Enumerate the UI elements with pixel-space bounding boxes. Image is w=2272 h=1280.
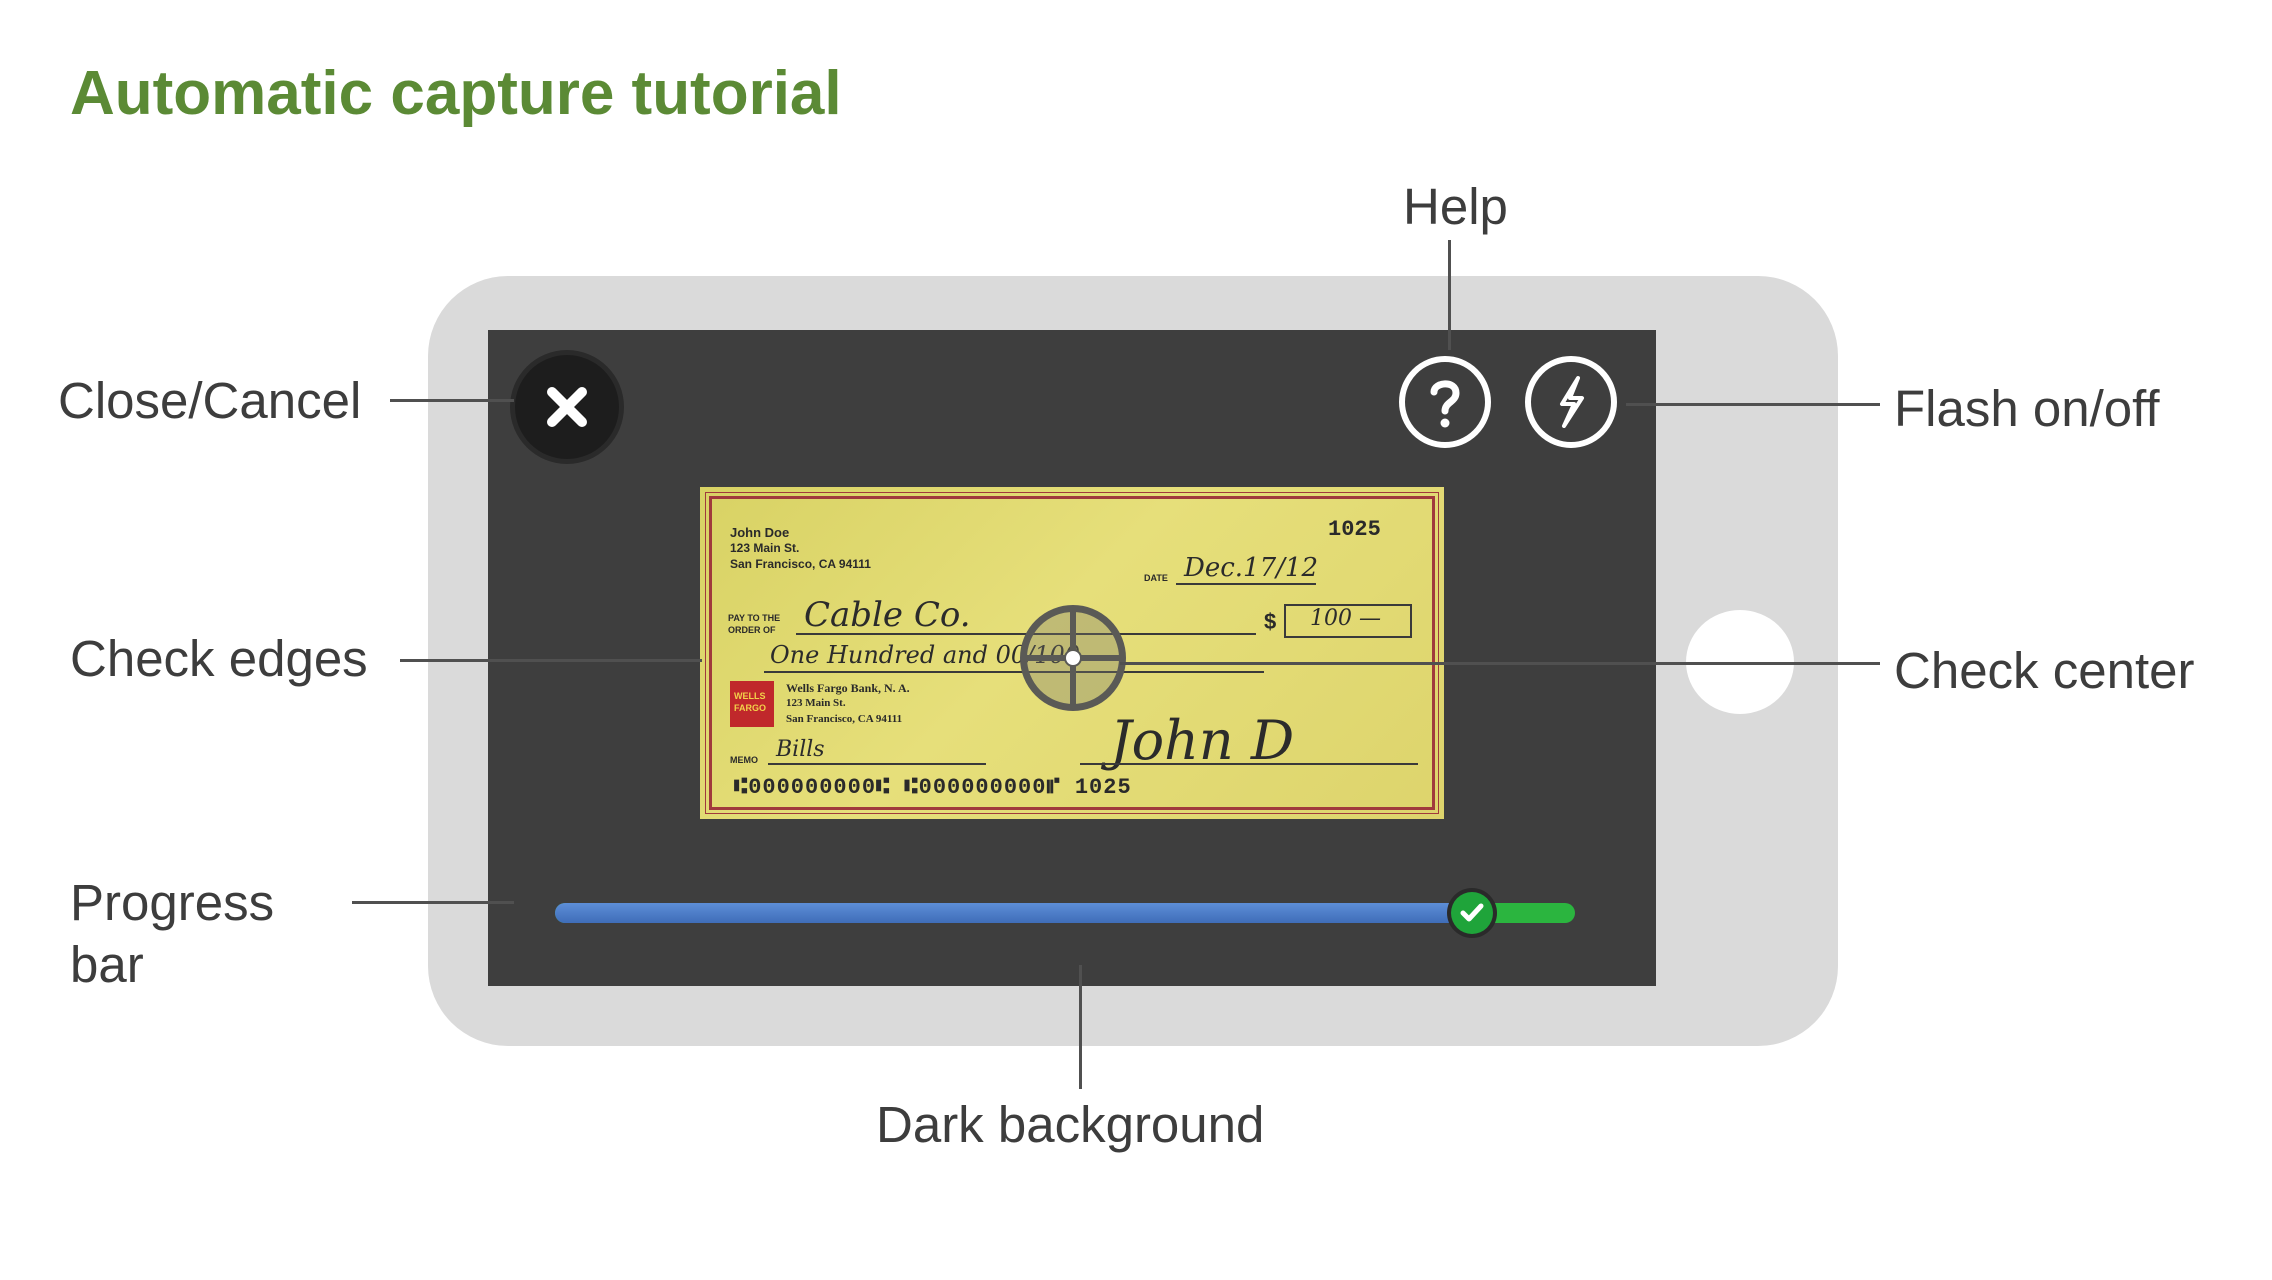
help-label: Help — [1403, 178, 1508, 235]
crosshair-icon — [1027, 612, 1119, 704]
check-memo-label: MEMO — [730, 755, 758, 765]
check-micr-line: ⑆000000000⑆ ⑆000000000⑈ 1025 — [734, 775, 1132, 800]
check-address-line2: San Francisco, CA 94111 — [730, 557, 871, 571]
check-memo: Bills — [776, 737, 825, 762]
dark-background-callout-line — [1079, 965, 1082, 1089]
progress-bar-fill — [555, 903, 1472, 923]
progress-label-line1: Progress — [70, 874, 275, 931]
bank-address-line2: San Francisco, CA 94111 — [786, 713, 903, 725]
check-edges-label: Check edges — [70, 630, 368, 687]
lightning-bolt-icon — [1560, 376, 1584, 428]
check-pay-label: PAY TO THE — [728, 613, 781, 623]
question-mark-icon — [1430, 380, 1460, 428]
help-callout-line — [1448, 240, 1451, 350]
check-amount-words-line — [764, 671, 1264, 673]
check-order-label: ORDER OF — [728, 625, 776, 635]
check-date-label: DATE — [1144, 573, 1168, 583]
check-memo-line — [768, 763, 986, 765]
check-signature-line — [1080, 763, 1418, 765]
progress-label-line2: bar — [70, 936, 144, 993]
bank-logo-text2: FARGO — [734, 703, 767, 713]
flash-label: Flash on/off — [1894, 380, 2160, 437]
check-center-callout-line — [1120, 662, 1880, 665]
check-dollar-sign: $ — [1264, 609, 1277, 634]
check-date: Dec.17/12 — [1184, 553, 1318, 583]
flash-toggle-button[interactable] — [1525, 356, 1617, 448]
progress-callout-line — [352, 901, 514, 904]
check-center-label: Check center — [1894, 642, 2195, 699]
page-title: Automatic capture tutorial — [70, 59, 842, 128]
check-date-line — [1176, 583, 1316, 585]
check-amount: 100 — — [1310, 606, 1381, 631]
check-amount-box: 100 — — [1284, 604, 1412, 638]
check-center-reticle — [1020, 605, 1126, 711]
bank-address-line1: 123 Main St. — [786, 697, 846, 709]
close-button[interactable] — [515, 355, 619, 459]
check-address-line1: 123 Main St. — [730, 541, 800, 555]
flash-callout-line — [1626, 403, 1880, 406]
check-account-name: John Doe — [730, 525, 790, 540]
bank-name: Wells Fargo Bank, N. A. — [786, 681, 910, 695]
close-icon — [547, 387, 587, 427]
dark-background-label: Dark background — [876, 1096, 1265, 1153]
close-callout-line — [390, 399, 514, 402]
check-payee: Cable Co. — [804, 595, 971, 635]
bank-logo-text1: WELLS — [734, 691, 766, 701]
checkmark-icon — [1460, 903, 1484, 922]
close-cancel-label: Close/Cancel — [58, 372, 362, 429]
help-button[interactable] — [1399, 356, 1491, 448]
bank-logo: WELLS FARGO — [730, 681, 774, 727]
progress-complete-indicator — [1451, 892, 1493, 934]
check-edges-callout-line — [400, 659, 702, 662]
check-number: 1025 — [1328, 517, 1381, 542]
